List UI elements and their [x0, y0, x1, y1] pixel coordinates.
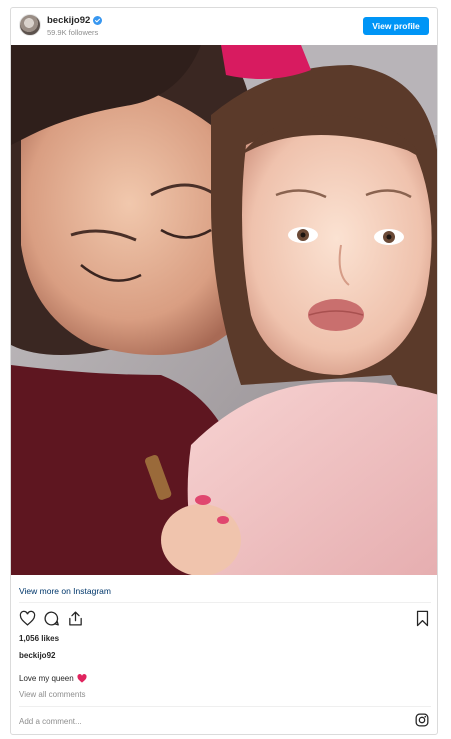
verified-badge-icon [93, 16, 103, 25]
share-icon[interactable] [67, 610, 84, 627]
caption: Love my queen [19, 674, 87, 683]
post-header: beckijo92 59.9K followers View profile [11, 8, 437, 44]
username-row[interactable]: beckijo92 [47, 15, 103, 26]
divider [19, 706, 431, 707]
post-photo[interactable] [11, 45, 438, 575]
heart-outline-icon[interactable] [19, 610, 36, 627]
view-all-comments-link[interactable]: View all comments [19, 690, 86, 699]
bookmark-icon[interactable] [414, 610, 431, 627]
view-profile-button[interactable]: View profile [363, 17, 429, 35]
divider [19, 602, 431, 603]
instagram-embed-card: beckijo92 59.9K followers View profile V… [10, 7, 438, 735]
view-more-on-instagram-link[interactable]: View more on Instagram [19, 586, 111, 596]
action-bar [19, 610, 431, 630]
caption-text: Love my queen [19, 674, 74, 683]
add-comment-input[interactable] [19, 714, 409, 728]
likes-count[interactable]: 1,056 likes [19, 634, 59, 643]
caption-username[interactable]: beckijo92 [19, 651, 55, 660]
red-heart-emoji-icon [77, 674, 87, 683]
username[interactable]: beckijo92 [47, 15, 90, 26]
instagram-icon[interactable] [415, 713, 429, 727]
avatar[interactable] [19, 14, 41, 36]
followers-count: 59.9K followers [47, 28, 99, 37]
comment-bubble-icon[interactable] [43, 610, 60, 627]
